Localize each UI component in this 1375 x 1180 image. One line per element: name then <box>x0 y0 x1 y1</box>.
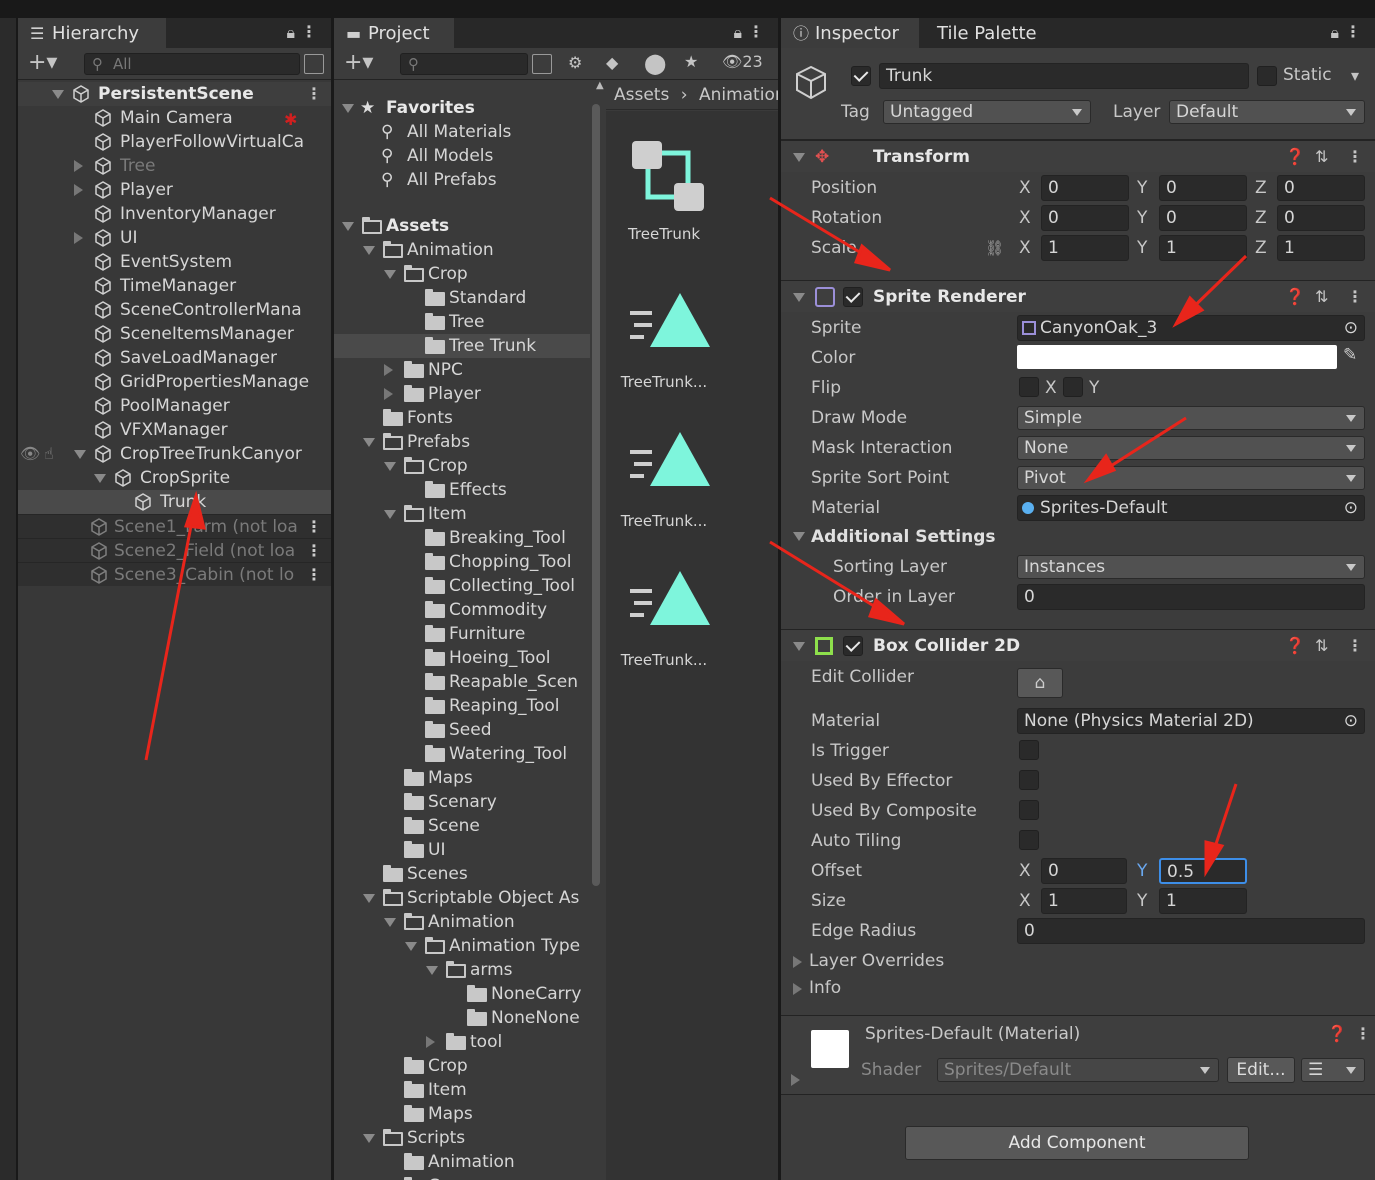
annotation-arrow <box>144 499 198 761</box>
annotation-arrowhead <box>183 490 206 530</box>
annotation-overlay <box>144 196 1248 878</box>
annotation-arrowhead <box>867 597 905 626</box>
annotation-arrowhead <box>853 243 891 272</box>
annotation-arrowhead <box>1083 453 1117 484</box>
annotation-arrowhead <box>1204 840 1225 878</box>
